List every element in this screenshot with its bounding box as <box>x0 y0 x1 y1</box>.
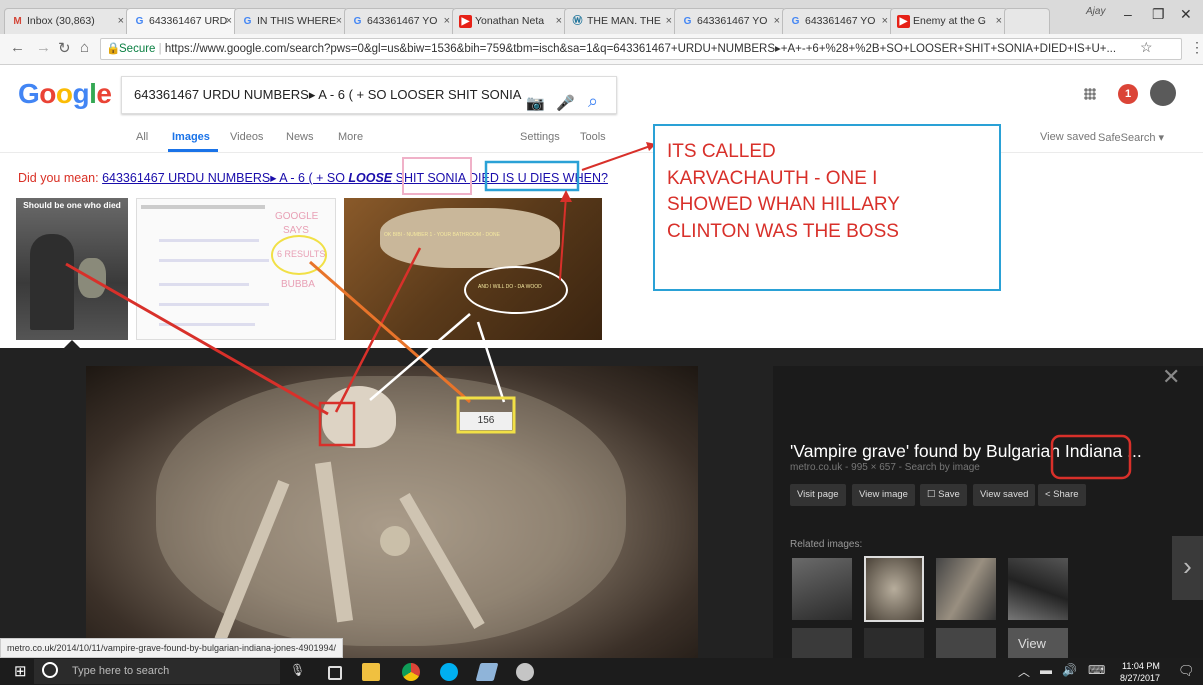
annotation-callout: ITS CALLED KARVACHAUTH - ONE I SHOWED WH… <box>653 124 1001 291</box>
annotation-line: KARVACHAUTH - ONE I <box>667 167 878 189</box>
chrome-icon[interactable] <box>402 663 420 681</box>
taskbar-search-placeholder: Type here to search <box>72 665 170 677</box>
network-icon[interactable]: ▬ <box>1040 663 1052 677</box>
volume-icon[interactable]: 🔊 <box>1062 663 1077 677</box>
orange-connector-line <box>309 260 471 404</box>
red-connector-line <box>65 262 329 416</box>
app-icon[interactable] <box>475 663 499 681</box>
keyboard-icon[interactable]: ⌨ <box>1088 663 1105 677</box>
annotation-line: ITS CALLED <box>667 141 776 162</box>
red-arrow-line <box>581 143 657 171</box>
red-arrowhead <box>560 190 572 202</box>
annotation-line: SHOWED WHAN HILLARY <box>667 194 900 215</box>
microphone-icon[interactable]: 🎙 <box>290 663 305 677</box>
notification-center-icon[interactable]: 🗨 <box>1178 663 1195 679</box>
pink-highlight-box <box>402 157 472 195</box>
clock-time[interactable]: 11:04 PM <box>1122 661 1160 671</box>
windows-taskbar: ⊞ Type here to search 🎙 ︿ ▬ 🔊 ⌨ 11:04 PM… <box>0 658 1203 685</box>
taskbar-search-box[interactable]: Type here to search <box>34 659 280 684</box>
windows-start-icon[interactable]: ⊞ <box>14 662 27 680</box>
white-connector-line <box>476 321 506 403</box>
clock-date[interactable]: 8/27/2017 <box>1120 673 1160 683</box>
file-explorer-icon[interactable] <box>362 663 380 681</box>
cortana-icon <box>42 662 58 678</box>
yellow-highlight-box <box>456 396 516 434</box>
skype-icon[interactable] <box>440 663 458 681</box>
annotation-line: CLINTON WAS THE BOSS <box>667 220 899 242</box>
blue-highlight-box <box>484 160 580 192</box>
task-view-icon[interactable] <box>328 666 342 680</box>
chevron-up-icon[interactable]: ︿ <box>1018 663 1030 680</box>
annotation-layer <box>65 142 1132 480</box>
red-arrow-line <box>559 195 567 281</box>
red-connector-line <box>334 247 422 413</box>
app-icon[interactable] <box>516 663 534 681</box>
red-highlight-box <box>1050 434 1132 480</box>
